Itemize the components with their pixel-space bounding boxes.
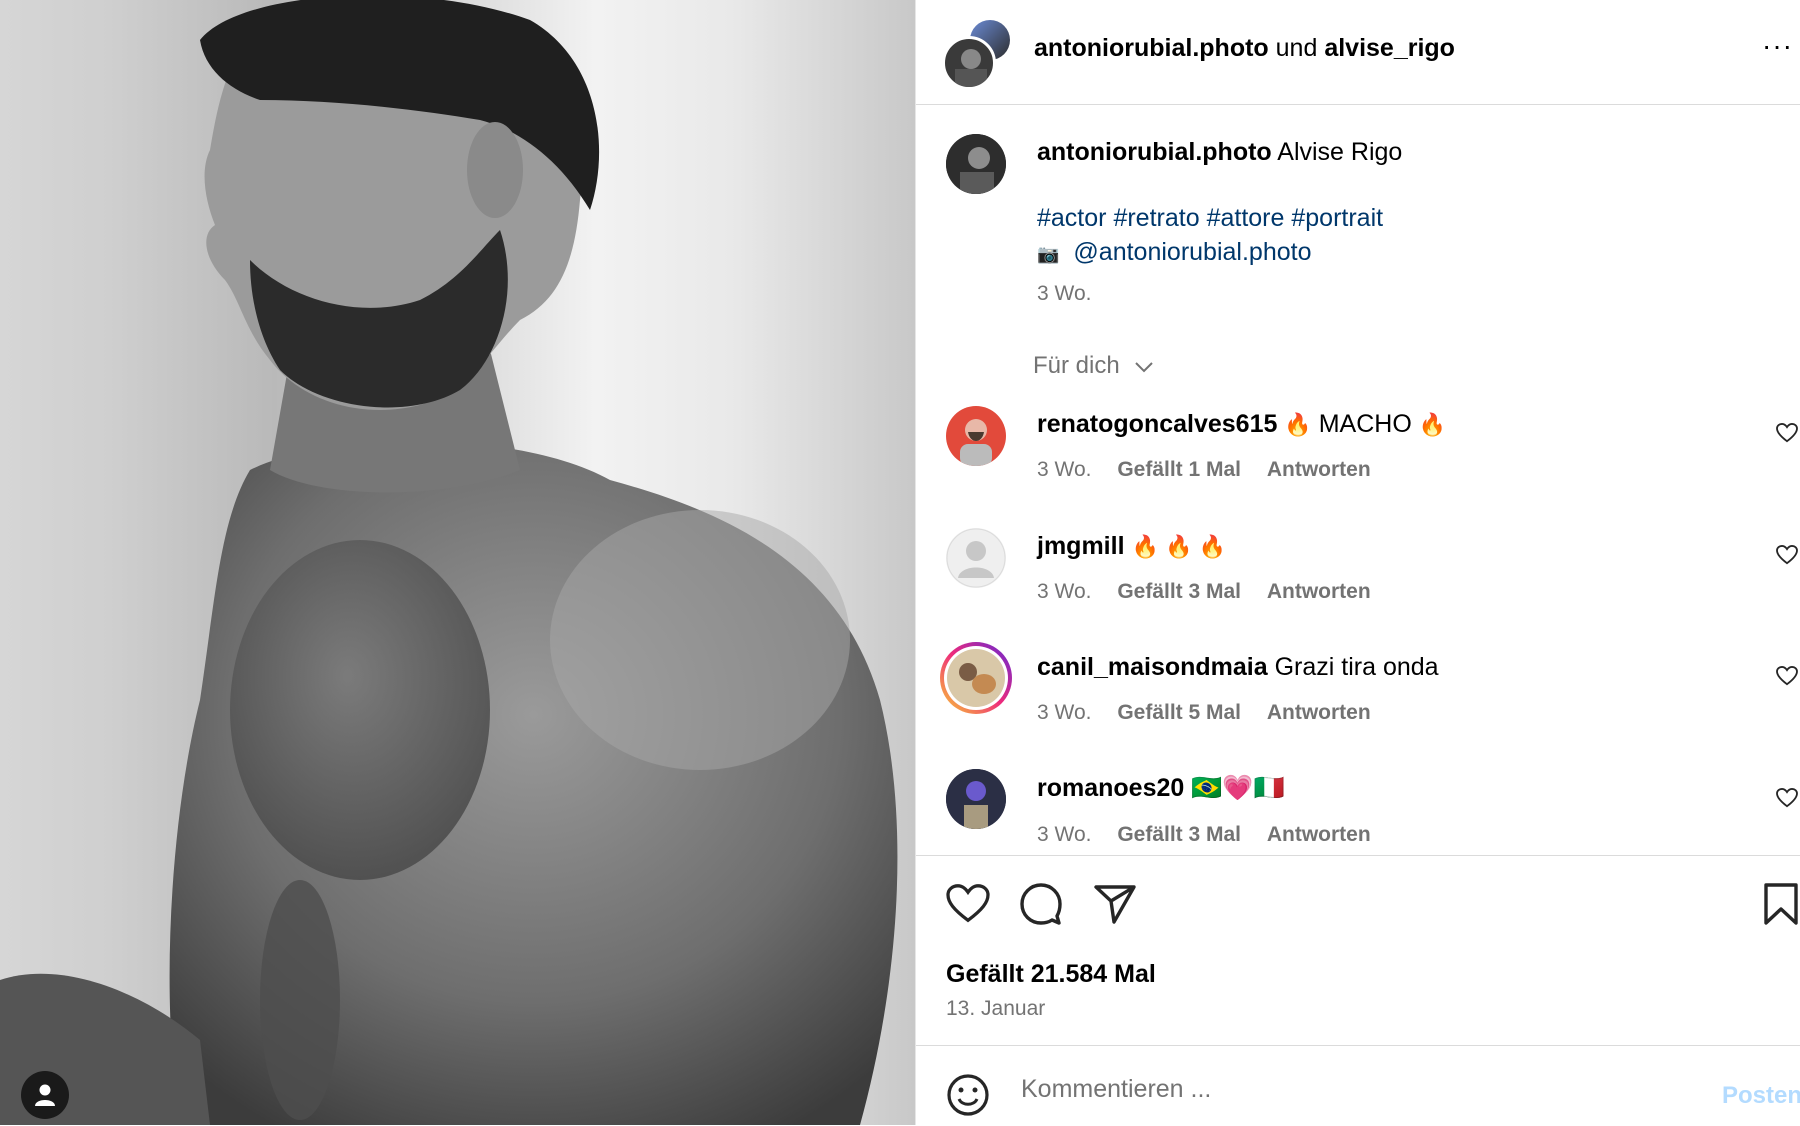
hashtag-link[interactable]: #actor [1037,204,1106,232]
hashtag-link[interactable]: #portrait [1291,204,1383,232]
reply-button[interactable]: Antworten [1267,701,1371,724]
comment-avatar[interactable] [946,406,1006,466]
like-button[interactable] [946,884,990,929]
caption-avatar[interactable] [946,134,1006,194]
author-link[interactable]: antoniorubial.photo [1034,34,1269,62]
comment-likes[interactable]: Gefällt 3 Mal [1117,580,1241,603]
comment-filter-label: Für dich [1033,352,1120,379]
portrait-illustration [0,0,898,1125]
more-horizontal-icon: ··· [1762,30,1793,61]
fire-emoji: 🔥 🔥 🔥 [1131,534,1226,559]
comment-username[interactable]: jmgmill [1037,532,1125,560]
avatar-photo [946,134,1006,194]
coauthor-link[interactable]: alvise_rigo [1324,34,1455,62]
mention-link[interactable]: @antoniorubial.photo [1073,238,1311,266]
author-connector: und [1275,34,1318,62]
actions-divider [916,855,1800,856]
reply-button[interactable]: Antworten [1267,458,1371,481]
comment-text: romanoes20 🇧🇷💗🇮🇹 [1037,774,1285,803]
smiley-icon [947,1074,989,1116]
comment-like-button[interactable] [1776,665,1798,691]
avatar-antoniorubial[interactable] [942,36,996,90]
share-button[interactable] [1093,882,1137,931]
collab-avatars[interactable] [942,18,1010,90]
emoji-picker-button[interactable] [946,1073,990,1122]
caption-body: Alvise Rigo [1277,138,1403,166]
comment-username[interactable]: romanoes20 [1037,774,1184,802]
comment-button[interactable] [1019,882,1063,931]
send-icon [1094,885,1136,924]
post-side-panel: antoniorubial.photo und alvise_rigo ··· … [915,0,1800,1125]
heart-icon [1776,544,1798,565]
comment-body: MACHO [1318,410,1412,438]
fire-emoji: 🔥 [1418,412,1447,437]
person-tag-icon [35,1084,55,1106]
comment-input[interactable] [1019,1068,1673,1110]
comment-text: jmgmill 🔥 🔥 🔥 [1037,532,1226,561]
avatar-photo [944,646,1008,710]
comment-time: 3 Wo. [1037,701,1092,724]
post-photo[interactable] [0,0,915,1125]
comment-meta: 3 Wo. Gefällt 5 Mal Antworten [1037,701,1391,725]
comment-time: 3 Wo. [1037,823,1092,846]
comment-text: canil_maisondmaia Grazi tira onda [1037,653,1439,682]
comment-meta: 3 Wo. Gefällt 1 Mal Antworten [1037,458,1391,482]
fire-emoji: 🔥 [1284,412,1312,437]
caption-hashtags: #actor #retrato #attore #portrait [1037,204,1383,233]
caption-username[interactable]: antoniorubial.photo [1037,138,1272,166]
heart-icon [1776,422,1798,443]
comment-avatar-story-ring[interactable] [940,642,1012,714]
default-avatar-icon [946,528,1006,588]
hashtag-link[interactable]: #retrato [1113,204,1199,232]
post-comment-button[interactable]: Posten [1722,1082,1800,1110]
comment-text: renatogoncalves615 🔥 MACHO 🔥 [1037,410,1446,439]
comment-avatar[interactable] [946,528,1006,588]
avatar-photo [955,49,987,87]
chevron-down-icon [1135,361,1154,373]
caption-timestamp: 3 Wo. [1037,282,1092,305]
avatar-photo [960,419,992,466]
caption-credit: 📷 @antoniorubial.photo [1037,238,1311,267]
comment-body: Grazi tira onda [1274,653,1439,681]
comment-meta: 3 Wo. Gefällt 3 Mal Antworten [1037,823,1391,847]
comment-like-button[interactable] [1776,787,1798,813]
camera-icon: 📷 [1037,244,1060,264]
flag-emojis: 🇧🇷💗🇮🇹 [1191,774,1285,802]
comment-filter-dropdown[interactable]: Für dich [1033,352,1154,380]
comment-avatar[interactable] [946,769,1006,829]
comment-likes[interactable]: Gefällt 3 Mal [1117,823,1241,846]
reply-button[interactable]: Antworten [1267,823,1371,846]
reply-button[interactable]: Antworten [1267,580,1371,603]
comment-time: 3 Wo. [1037,580,1092,603]
post-authors: antoniorubial.photo und alvise_rigo [1034,34,1455,63]
heart-icon [1776,665,1798,686]
comment-likes[interactable]: Gefällt 5 Mal [1117,701,1241,724]
heart-icon [1776,787,1798,808]
tag-people-button[interactable] [21,1071,69,1119]
comment-username[interactable]: renatogoncalves615 [1037,410,1277,438]
comment-bar: Posten [916,1045,1800,1126]
caption-text: antoniorubial.photo Alvise Rigo [1037,138,1402,167]
bookmark-icon [1764,883,1798,925]
instagram-post-view: antoniorubial.photo und alvise_rigo ··· … [0,0,1800,1125]
hashtag-link[interactable]: #attore [1207,204,1285,232]
save-button[interactable] [1763,882,1799,931]
comment-icon [1020,883,1062,925]
comment-time: 3 Wo. [1037,458,1092,481]
like-count[interactable]: Gefällt 21.584 Mal [946,960,1156,989]
post-date: 13. Januar [946,997,1046,1020]
more-options-button[interactable]: ··· [1762,30,1793,62]
comment-meta: 3 Wo. Gefällt 3 Mal Antworten [1037,580,1391,604]
comment-like-button[interactable] [1776,422,1798,448]
comment-username[interactable]: canil_maisondmaia [1037,653,1268,681]
comment-like-button[interactable] [1776,544,1798,570]
post-header: antoniorubial.photo und alvise_rigo ··· [916,0,1800,105]
heart-icon [946,884,990,923]
comment-likes[interactable]: Gefällt 1 Mal [1117,458,1241,481]
avatar-photo [946,769,1006,829]
